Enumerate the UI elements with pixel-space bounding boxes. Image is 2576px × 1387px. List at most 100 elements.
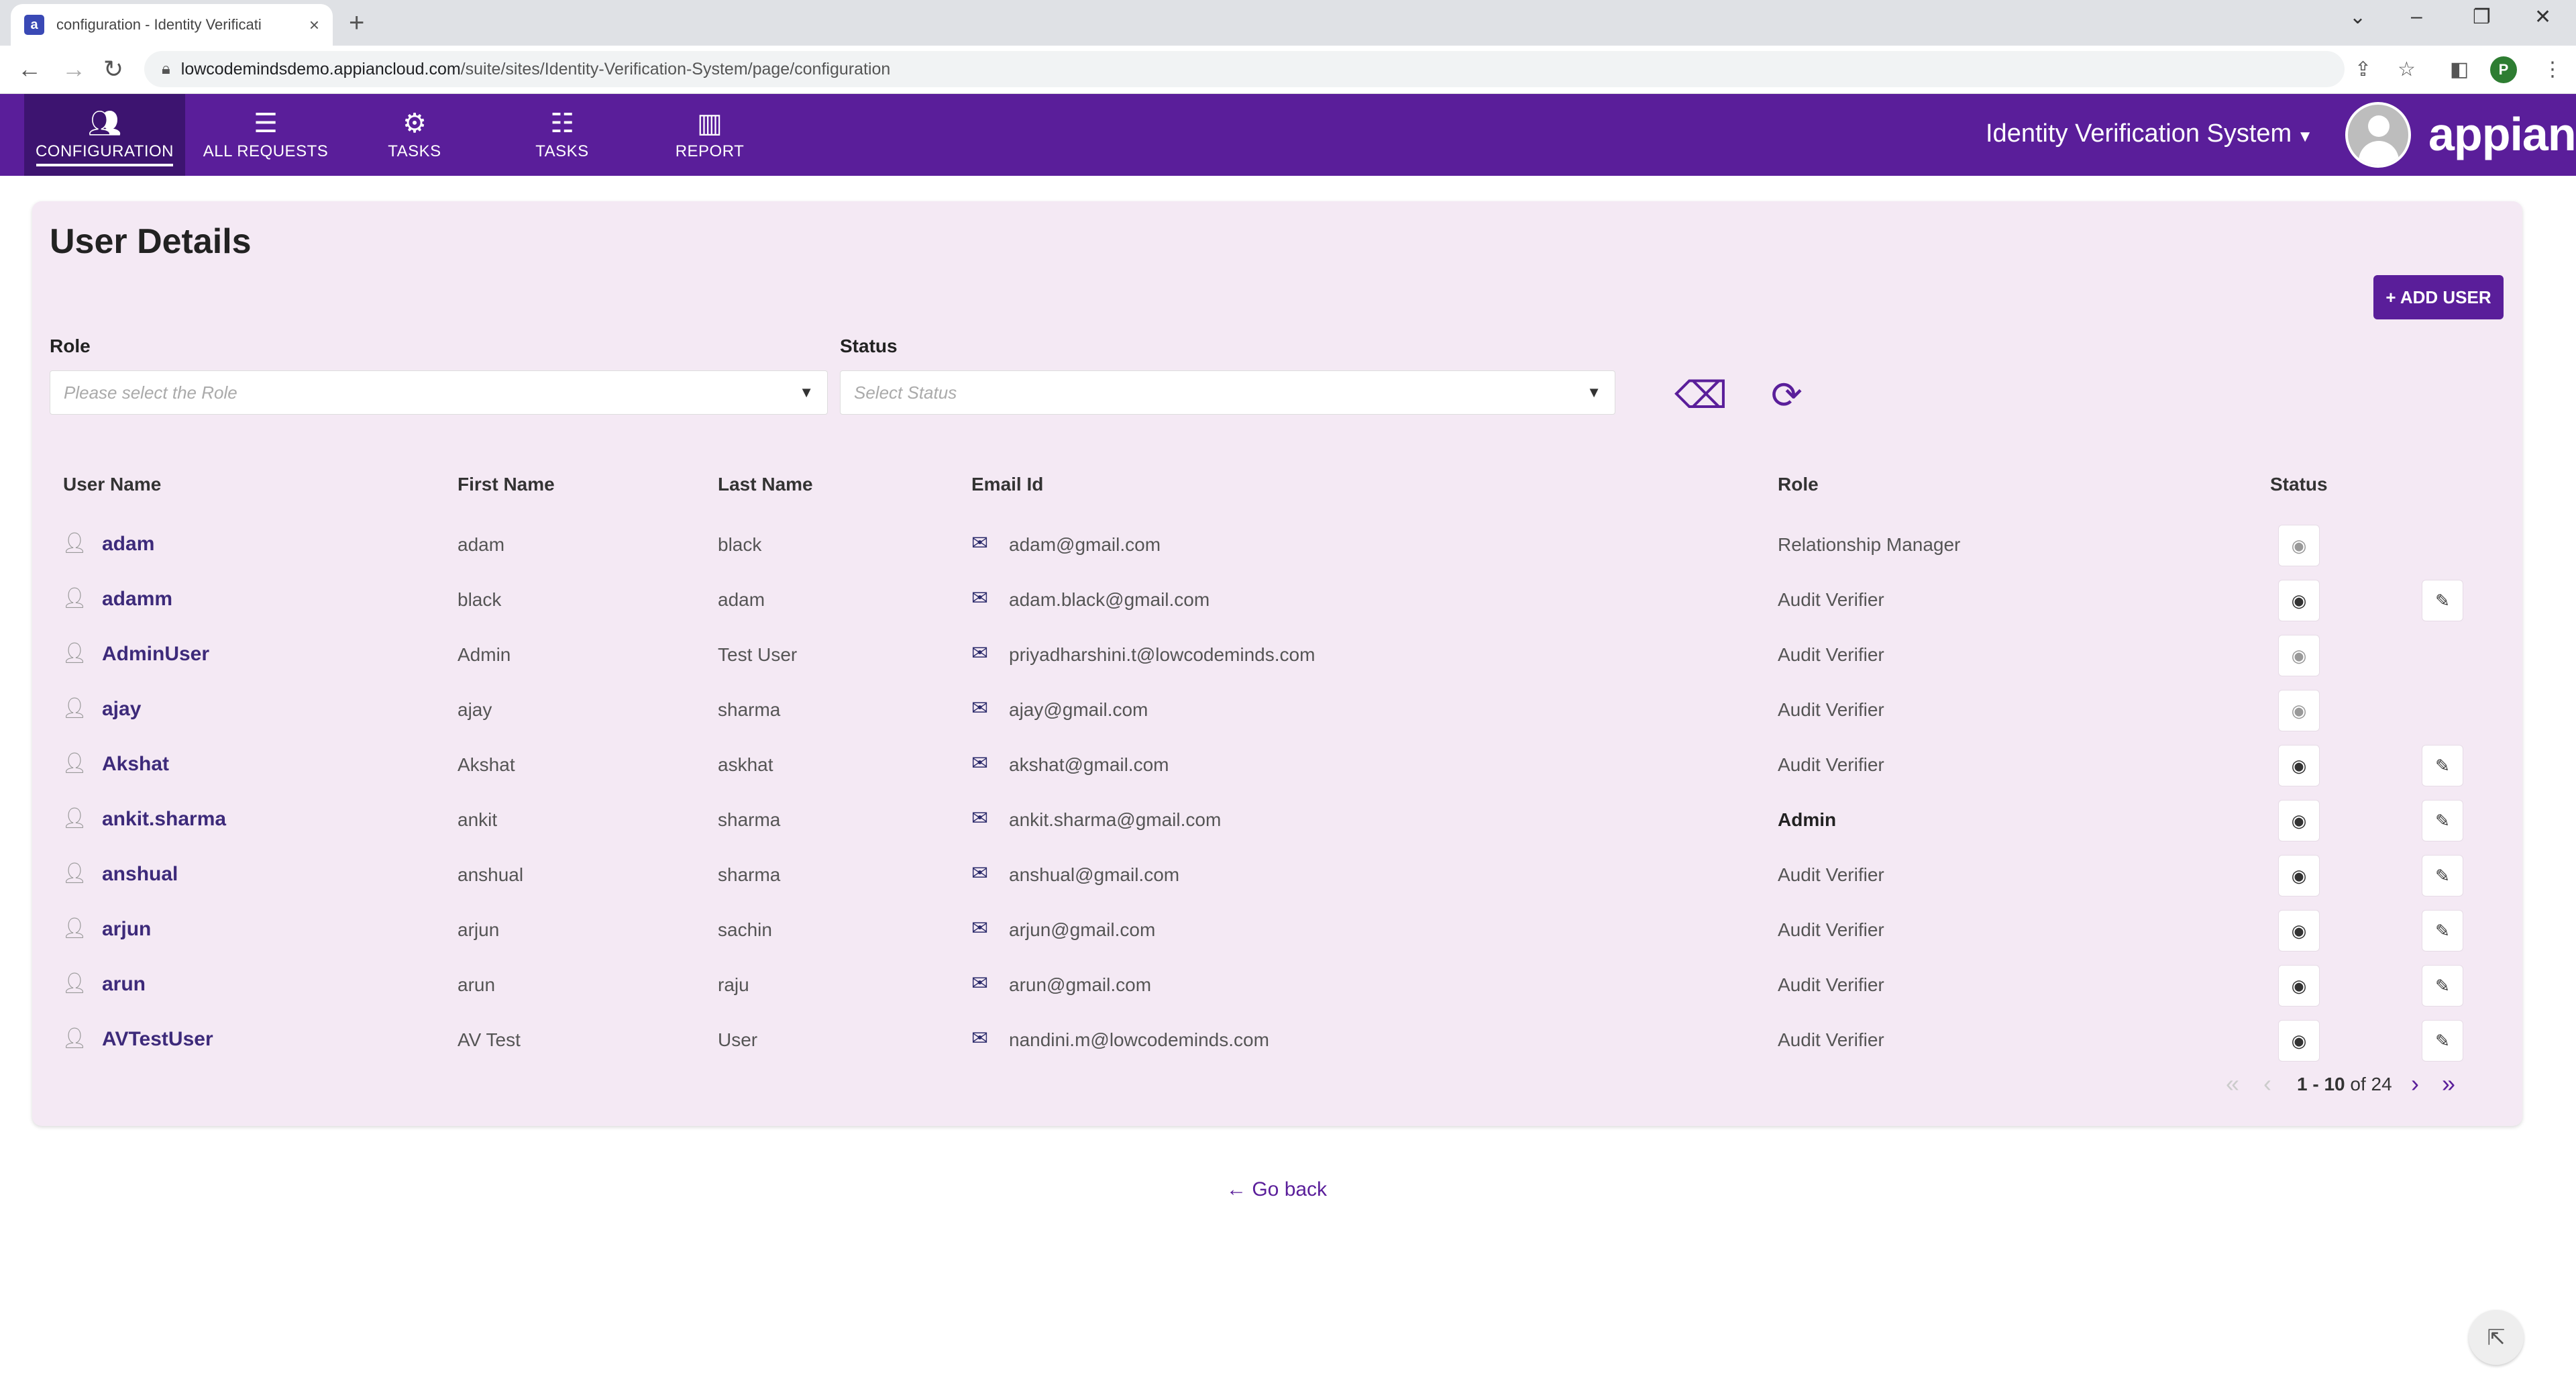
nav-label: REPORT [675,142,745,160]
page-title: User Details [50,222,252,261]
edit-icon[interactable]: ✎ [2422,800,2463,841]
tab-search-icon[interactable]: ⌄ [2349,5,2366,29]
url-text: lowcodemindsdemo.appiancloud.com/suite/s… [180,59,891,79]
nav-tasks-1[interactable]: ⚙︎ TASKS [334,94,495,176]
eye-icon[interactable]: ◉ [2278,965,2320,1007]
eye-icon[interactable]: ◉ [2278,635,2320,676]
eye-icon[interactable]: ◉ [2278,910,2320,952]
appian-logo: appian [2428,108,2576,160]
eye-icon[interactable]: ◉ [2278,800,2320,841]
email-cell: arun@gmail.com [1009,974,1152,995]
tab-title: configuration - Identity Verificati [56,16,262,33]
email-cell: priyadharshini.t@lowcodeminds.com [1009,644,1316,665]
share-icon[interactable]: ⇪ [2355,58,2371,81]
prev-page-icon[interactable]: ‹ [2263,1070,2271,1098]
envelope-icon: ✉︎ [971,917,989,939]
bookmark-star-icon[interactable]: ☆ [2398,58,2416,81]
nav-label: TASKS [535,142,589,160]
eye-icon[interactable]: ◉ [2278,745,2320,786]
back-arrow-icon[interactable]: ← [17,55,42,83]
minimize-icon[interactable]: – [2411,5,2422,28]
eye-icon[interactable]: ◉ [2278,580,2320,621]
person-icon: 👤︎ [62,752,88,774]
role-cell: Audit Verifier [1778,974,1884,995]
nav-tasks-2[interactable]: ☷ TASKS [482,94,643,176]
nav-label: ALL REQUESTS [203,142,329,160]
table-row: 👤︎ AVTestUser AV Test User ✉︎ nandini.m@… [32,1013,2522,1068]
edit-icon[interactable]: ✎ [2422,910,2463,952]
address-bar[interactable]: 🔒︎ lowcodemindsdemo.appiancloud.com/suit… [144,51,2345,87]
add-user-button[interactable]: + ADD USER [2373,275,2504,319]
username-link[interactable]: arjun [102,918,151,941]
eye-icon[interactable]: ◉ [2278,1020,2320,1062]
envelope-icon: ✉︎ [971,587,989,609]
envelope-icon: ✉︎ [971,752,989,774]
last-name-cell: sharma [718,699,781,720]
email-cell: nandini.m@lowcodeminds.com [1009,1029,1269,1050]
role-dropdown[interactable]: Please select the Role ▼ [50,370,828,415]
eraser-icon[interactable]: ⌫ [1674,373,1727,417]
username-link[interactable]: ajay [102,698,141,721]
first-name-cell: Admin [458,644,511,665]
nav-all-requests[interactable]: ☰ ALL REQUESTS [185,94,346,176]
email-cell: anshual@gmail.com [1009,864,1180,885]
username-link[interactable]: adam [102,533,154,556]
username-link[interactable]: adamm [102,588,172,611]
next-page-icon[interactable]: › [2411,1070,2419,1098]
edit-icon[interactable]: ✎ [2422,1020,2463,1062]
forward-arrow-icon[interactable]: → [62,55,86,83]
col-header-email[interactable]: Email Id [971,474,1043,495]
close-window-icon[interactable]: ✕ [2534,5,2551,29]
eye-icon[interactable]: ◉ [2278,855,2320,896]
username-link[interactable]: AVTestUser [102,1028,213,1051]
username-link[interactable]: anshual [102,863,178,886]
status-dropdown[interactable]: Select Status ▼ [840,370,1615,415]
tab-close-icon[interactable]: × [309,15,319,36]
profile-avatar[interactable]: P [2490,56,2517,83]
last-name-cell: Test User [718,644,798,665]
site-switcher[interactable]: Identity Verification System ▼ [1986,119,2313,148]
table-row: 👤︎ adam adam black ✉︎ adam@gmail.com Rel… [32,518,2522,573]
first-name-cell: arjun [458,919,500,940]
page-range: 1 - 10 of 24 [2297,1074,2392,1094]
col-header-last-name[interactable]: Last Name [718,474,813,495]
last-name-cell: sharma [718,809,781,830]
first-name-cell: AV Test [458,1029,521,1050]
browser-menu-icon[interactable]: ⋮ [2542,58,2563,81]
col-header-first-name[interactable]: First Name [458,474,555,495]
screen-pointer-icon[interactable]: ⇱ [2469,1310,2524,1365]
refresh-icon[interactable]: ⟳ [1771,373,1803,417]
role-cell: Audit Verifier [1778,919,1884,940]
restore-icon[interactable]: ❐ [2473,5,2491,29]
email-cell: ajay@gmail.com [1009,699,1148,720]
edit-icon[interactable]: ✎ [2422,855,2463,896]
eye-icon[interactable]: ◉ [2278,690,2320,731]
last-name-cell: raju [718,974,749,995]
username-link[interactable]: ankit.sharma [102,808,226,831]
username-link[interactable]: Akshat [102,753,169,776]
side-panel-icon[interactable]: ◧ [2450,58,2469,81]
last-page-icon[interactable]: » [2442,1070,2455,1098]
eye-icon[interactable]: ◉ [2278,525,2320,566]
table-row: 👤︎ AdminUser Admin Test User ✉︎ priyadha… [32,628,2522,683]
last-name-cell: black [718,534,762,555]
username-link[interactable]: arun [102,973,146,996]
first-page-icon[interactable]: « [2226,1070,2239,1098]
nav-configuration[interactable]: 👥︎ CONFIGURATION [24,94,185,176]
col-header-username[interactable]: User Name [63,474,161,495]
reload-icon[interactable]: ↻ [103,55,123,83]
edit-icon[interactable]: ✎ [2422,965,2463,1007]
table-row: 👤︎ ajay ajay sharma ✉︎ ajay@gmail.com Au… [32,683,2522,738]
user-avatar[interactable] [2345,102,2411,168]
go-back-link[interactable]: ← Go back [1226,1178,1327,1201]
new-tab-button[interactable]: + [349,8,364,38]
col-header-role[interactable]: Role [1778,474,1819,495]
username-link[interactable]: AdminUser [102,643,209,666]
edit-icon[interactable]: ✎ [2422,580,2463,621]
browser-tab[interactable]: a configuration - Identity Verificati × [11,4,333,46]
nav-report[interactable]: ▥ REPORT [629,94,790,176]
first-name-cell: ankit [458,809,498,830]
user-details-card: User Details + ADD USER Role Please sele… [32,201,2522,1126]
edit-icon[interactable]: ✎ [2422,745,2463,786]
email-cell: arjun@gmail.com [1009,919,1156,940]
